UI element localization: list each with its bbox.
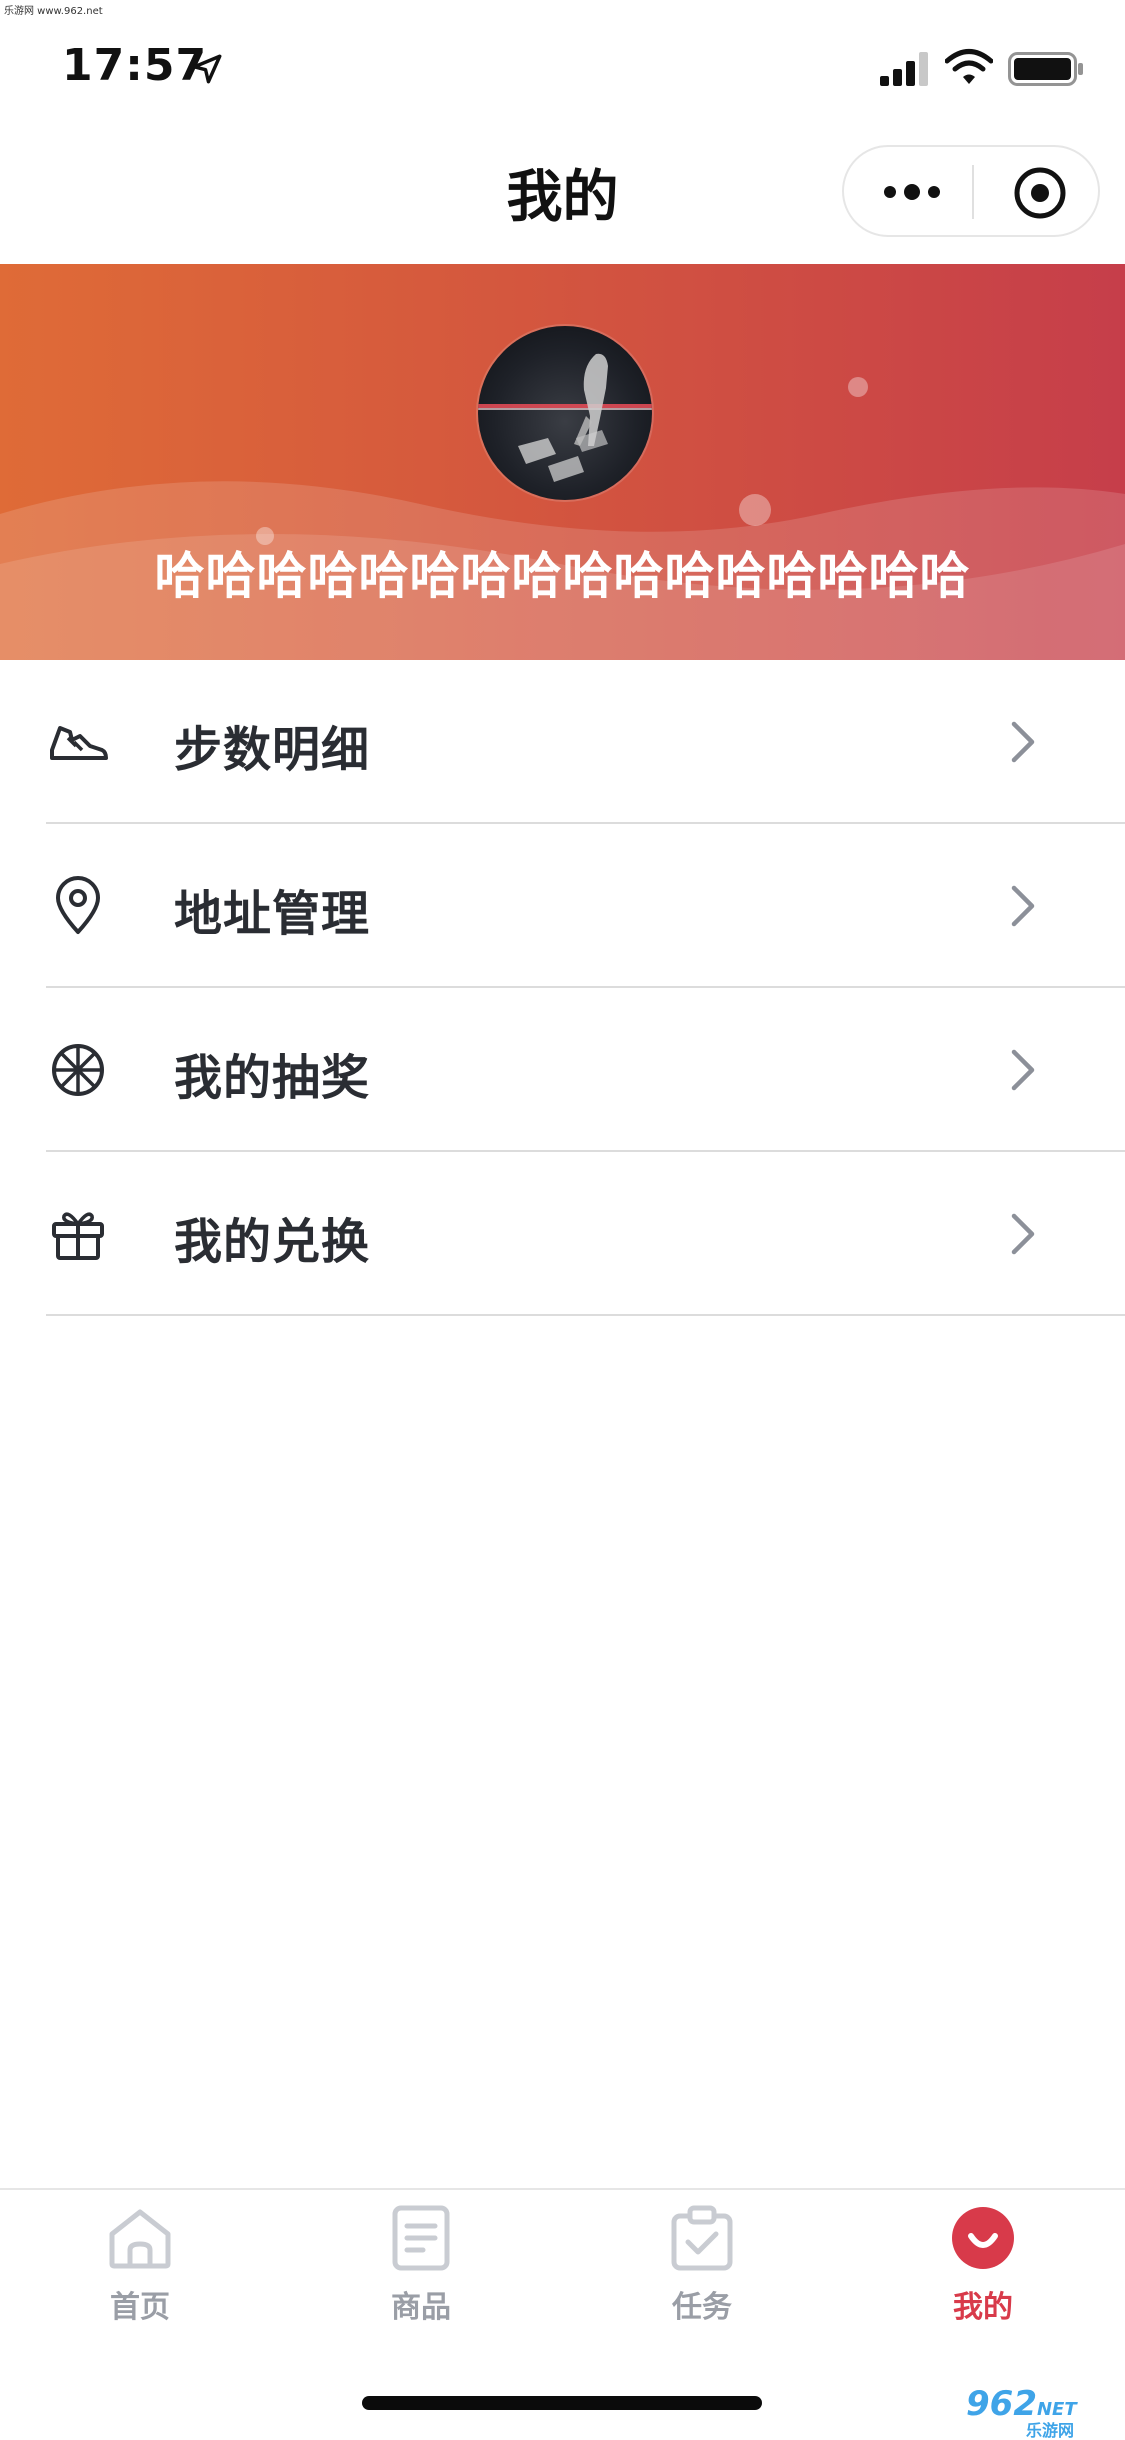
watermark-suffix: NET [1036, 2399, 1077, 2420]
username: 哈哈哈哈哈哈哈哈哈哈哈哈哈哈哈哈 [154, 547, 971, 605]
miniprogram-capsule [842, 145, 1100, 237]
location-pin-icon [56, 876, 100, 934]
status-time: 17:57 [62, 40, 208, 91]
wifi-icon [945, 49, 993, 84]
cellular-signal-icon [880, 52, 928, 86]
avatar[interactable] [478, 326, 652, 500]
menu-item-label: 我的兑换 [174, 1214, 371, 1270]
tab-label: 任务 [672, 2290, 732, 2325]
battery-icon [1008, 52, 1083, 86]
tab-home[interactable]: 首页 [40, 2204, 240, 2334]
chevron-right-icon [1011, 1213, 1035, 1255]
close-miniprogram-icon[interactable] [1012, 165, 1068, 221]
menu-item-step-details[interactable]: 步数明细 [46, 660, 1125, 824]
document-icon [392, 2205, 450, 2271]
tab-products[interactable]: 商品 [321, 2204, 521, 2334]
menu-item-address-management[interactable]: 地址管理 [46, 824, 1125, 988]
tab-tasks[interactable]: 任务 [602, 2204, 802, 2334]
menu-item-label: 我的抽奖 [174, 1050, 371, 1106]
tab-label: 首页 [110, 2290, 170, 2325]
location-arrow-icon [192, 54, 222, 84]
home-icon [109, 2209, 171, 2269]
menu-item-label: 地址管理 [174, 886, 371, 942]
status-bar: 17:57 [0, 0, 1125, 130]
watermark-text: 962 [966, 2384, 1037, 2424]
capsule-divider [972, 165, 974, 219]
menu-item-my-exchange[interactable]: 我的兑换 [46, 1152, 1125, 1316]
more-dots-icon[interactable] [880, 177, 944, 207]
profile-smile-icon [952, 2207, 1014, 2269]
tab-mine[interactable]: 我的 [883, 2204, 1083, 2334]
home-indicator[interactable] [362, 2396, 762, 2410]
chevron-right-icon [1011, 721, 1035, 763]
tab-label: 商品 [391, 2290, 451, 2325]
watermark-bottom: 962NET 乐游网 [966, 2384, 1122, 2439]
menu-list: 步数明细 地址管理 我的抽奖 我的兑换 [0, 660, 1125, 1316]
sneaker-icon [50, 726, 108, 760]
lottery-wheel-icon [52, 1044, 104, 1096]
profile-banner: 哈哈哈哈哈哈哈哈哈哈哈哈哈哈哈哈 [0, 264, 1125, 660]
gift-icon [52, 1212, 104, 1260]
chevron-right-icon [1011, 1049, 1035, 1091]
menu-item-label: 步数明细 [174, 722, 371, 778]
tab-label: 我的 [953, 2290, 1013, 2325]
task-clipboard-icon [671, 2205, 733, 2271]
menu-item-my-lottery[interactable]: 我的抽奖 [46, 988, 1125, 1152]
avatar-image [478, 353, 652, 482]
chevron-right-icon [1011, 885, 1035, 927]
